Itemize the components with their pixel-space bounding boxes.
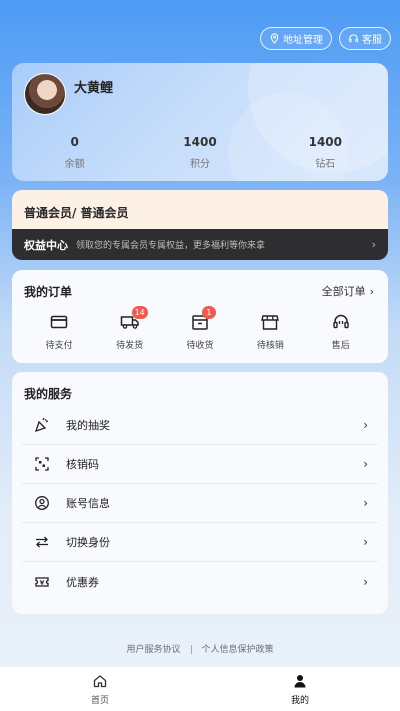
service-list: 我的抽奖 › 核销码 › 账号信息 › 切换身份 › 优惠券 › (22, 406, 378, 601)
location-pin-icon (270, 33, 279, 44)
stat-label: 积分 (189, 159, 210, 170)
benefits-center-bar[interactable]: 权益中心 领取您的专属会员专属权益，更多福利等你来拿 › (12, 229, 388, 260)
order-label: 待收货 (186, 341, 214, 351)
tab-mine[interactable]: 我的 (260, 673, 340, 706)
divider (190, 645, 192, 654)
service-label: 优惠券 (66, 575, 99, 589)
switch-icon (36, 536, 48, 548)
chevron-right-icon: › (371, 238, 376, 251)
service-label: 账号信息 (66, 497, 110, 510)
service-item-verify-code[interactable]: 核销码 › (22, 445, 378, 484)
address-management-button[interactable]: 地址管理 (260, 27, 332, 50)
chevron-right-icon: › (363, 418, 368, 432)
service-item-lottery[interactable]: 我的抽奖 › (22, 406, 378, 445)
vip-level-title: 普通会员/ 普通会员 (24, 206, 129, 220)
headset-icon (333, 314, 349, 329)
user-icon (294, 674, 306, 687)
order-label: 待发货 (116, 341, 144, 351)
tab-label: 我的 (290, 695, 309, 706)
chevron-right-icon: › (369, 284, 374, 298)
service-item-switch-identity[interactable]: 切换身份 › (22, 523, 378, 562)
all-orders-link[interactable]: 全部订单 › (322, 283, 374, 299)
shop-icon (261, 315, 280, 330)
orders-title: 我的订单 (24, 285, 73, 299)
customer-service-button[interactable]: 客服 (339, 27, 391, 50)
services-title: 我的服务 (24, 387, 73, 401)
order-label: 售后 (331, 341, 350, 351)
services-card: 我的服务 我的抽奖 › 核销码 › 账号信息 › 切换身份 › 优惠券 › (12, 372, 388, 614)
chevron-right-icon: › (363, 457, 368, 471)
order-count-badge: 1 (201, 306, 216, 319)
user-agreement-link[interactable]: 用户服务协议 (126, 645, 180, 655)
chevron-right-icon: › (363, 496, 368, 510)
order-label: 待支付 (45, 341, 73, 351)
home-icon (93, 674, 107, 687)
stat-label: 钻石 (315, 159, 336, 170)
orders-card: 我的订单 全部订单 › 待支付 14 待发货 1 待收货 待核销 售后 (12, 270, 388, 363)
customer-service-label: 客服 (362, 35, 382, 46)
tab-label: 首页 (90, 695, 109, 706)
service-label: 切换身份 (66, 536, 110, 549)
stat-value: 1400 (308, 135, 343, 149)
stat-points[interactable]: 1400 积分 (137, 135, 262, 170)
order-count-badge: 14 (131, 306, 148, 319)
card-icon (50, 315, 68, 329)
order-pending-shipment[interactable]: 14 待发货 (100, 306, 160, 351)
stat-value: 1400 (183, 135, 217, 149)
chevron-right-icon: › (363, 574, 368, 589)
coupon-icon (35, 576, 49, 587)
avatar[interactable] (24, 73, 66, 115)
stat-label: 余额 (64, 159, 85, 170)
top-actions: 地址管理 客服 (260, 27, 391, 50)
order-pending-verification[interactable]: 待核销 (240, 312, 300, 351)
chevron-right-icon: › (363, 535, 368, 549)
service-item-account-info[interactable]: 账号信息 › (22, 484, 378, 523)
privacy-policy-link[interactable]: 个人信息保护政策 (202, 645, 274, 655)
address-management-label: 地址管理 (283, 35, 323, 46)
profile-stats: 0 余额 1400 积分 1400 钻石 (12, 135, 388, 170)
service-label: 我的抽奖 (66, 419, 110, 432)
stat-balance[interactable]: 0 余额 (12, 135, 137, 170)
order-status-list: 待支付 14 待发货 1 待收货 待核销 售后 (12, 306, 388, 351)
order-label: 待核销 (256, 341, 284, 351)
headset-icon (348, 34, 359, 43)
stat-diamonds[interactable]: 1400 钻石 (263, 135, 388, 170)
profile-card: 大黄鲤 0 余额 1400 积分 1400 钻石 (12, 63, 388, 181)
service-item-coupons[interactable]: 优惠券 › (22, 562, 378, 601)
scan-icon (35, 457, 49, 471)
tab-home[interactable]: 首页 (60, 673, 140, 706)
order-pending-receipt[interactable]: 1 待收货 (170, 306, 230, 351)
benefits-center-title: 权益中心 (24, 238, 68, 252)
all-orders-label: 全部订单 (321, 285, 366, 298)
service-label: 核销码 (66, 458, 99, 471)
footer-links: 用户服务协议 个人信息保护政策 (0, 642, 400, 655)
order-after-sales[interactable]: 售后 (311, 312, 371, 351)
stat-value: 0 (70, 135, 79, 149)
benefits-center-desc: 领取您的专属会员专属权益，更多福利等你来拿 (76, 241, 266, 251)
vip-card: 普通会员/ 普通会员 权益中心 领取您的专属会员专属权益，更多福利等你来拿 › (12, 190, 388, 260)
user-circle-icon (35, 496, 49, 510)
party-icon (34, 417, 49, 433)
nickname: 大黄鲤 (74, 81, 114, 96)
bottom-tab-bar: 首页 我的 (0, 667, 400, 711)
order-pending-payment[interactable]: 待支付 (29, 312, 89, 351)
